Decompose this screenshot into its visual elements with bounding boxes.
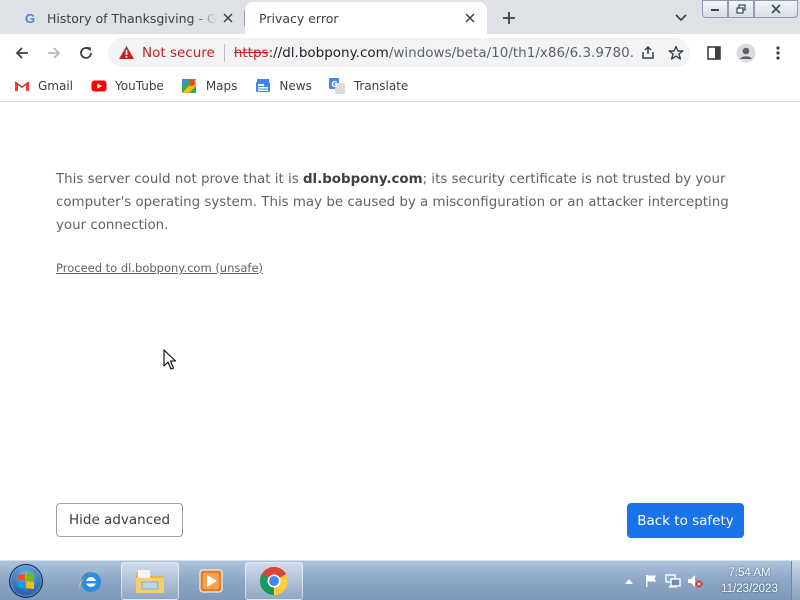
- window-close-button[interactable]: [754, 0, 798, 18]
- bookmark-translate[interactable]: G Translate: [329, 78, 409, 94]
- menu-button[interactable]: [764, 39, 792, 67]
- interstitial-page: This server could not prove that it is d…: [0, 102, 800, 560]
- forward-button[interactable]: [40, 39, 68, 67]
- restore-button[interactable]: [728, 0, 754, 18]
- bookmark-youtube[interactable]: YouTube: [90, 79, 164, 93]
- show-hidden-icons-icon[interactable]: [618, 570, 640, 592]
- side-panel-button[interactable]: [700, 39, 728, 67]
- tab-strip: G History of Thanksgiving - Google Searc…: [0, 0, 800, 34]
- clock[interactable]: 7:54 AM 11/23/2023: [712, 565, 787, 597]
- omnibox-divider: [223, 43, 225, 62]
- bookmark-news[interactable]: News: [254, 79, 312, 93]
- bookmark-star-icon[interactable]: [662, 39, 690, 67]
- show-desktop-button[interactable]: [791, 561, 800, 600]
- address-bar[interactable]: Not secure https://dl.bobpony.com/window…: [108, 38, 690, 67]
- proceed-unsafe-link[interactable]: Proceed to dl.bobpony.com (unsafe): [56, 261, 263, 275]
- file-explorer-icon: [136, 570, 164, 593]
- system-tray: [618, 565, 706, 597]
- bookmark-gmail[interactable]: Gmail: [13, 79, 73, 93]
- google-g-icon: G: [24, 10, 36, 26]
- bookmark-label: News: [279, 79, 312, 93]
- url-path: /windows/beta/10/th1/x86/6.3.9780.0.f...: [388, 44, 634, 61]
- share-icon[interactable]: [634, 39, 662, 67]
- url-scheme: https: [233, 44, 269, 61]
- security-status-label[interactable]: Not secure: [142, 45, 215, 61]
- bookmark-label: YouTube: [115, 79, 164, 93]
- tab-google-search[interactable]: G History of Thanksgiving - Google Searc…: [10, 2, 245, 34]
- window-controls: [702, 0, 798, 18]
- browser-toolbar: Not secure https://dl.bobpony.com/window…: [0, 34, 800, 71]
- maps-icon: [181, 79, 198, 93]
- windows-taskbar: 7:54 AM 11/23/2023: [0, 560, 800, 600]
- bookmark-maps[interactable]: Maps: [181, 79, 238, 93]
- internet-explorer-icon: [78, 570, 103, 592]
- taskbar-file-explorer[interactable]: [121, 562, 179, 600]
- reload-icon: [80, 47, 92, 59]
- hide-advanced-button[interactable]: Hide advanced: [56, 503, 183, 537]
- close-icon[interactable]: [459, 7, 481, 29]
- new-tab-button[interactable]: [497, 6, 521, 30]
- certificate-explanation: This server could not prove that it is d…: [56, 168, 736, 237]
- taskbar-media-player[interactable]: [182, 562, 240, 600]
- tab-title: Privacy error: [259, 10, 339, 26]
- avatar-icon: [736, 43, 756, 63]
- gmail-icon: [13, 79, 30, 93]
- clock-date: 11/23/2023: [721, 583, 778, 595]
- action-center-flag-icon[interactable]: [640, 570, 662, 592]
- plus-icon: [503, 12, 515, 24]
- bookmark-label: Maps: [205, 79, 238, 93]
- media-player-icon: [199, 569, 223, 593]
- network-icon[interactable]: [662, 570, 684, 592]
- mouse-pointer-icon: [163, 349, 177, 374]
- tab-search-button[interactable]: [670, 8, 692, 28]
- reload-button[interactable]: [72, 39, 100, 67]
- close-icon[interactable]: [217, 7, 239, 29]
- kebab-menu-icon: [776, 46, 780, 60]
- bookmark-label: Gmail: [38, 79, 74, 93]
- chevron-down-icon: [675, 14, 687, 22]
- windows-logo-icon: [9, 564, 43, 598]
- url-text[interactable]: https://dl.bobpony.com/windows/beta/10/t…: [234, 45, 634, 61]
- youtube-icon: [90, 79, 107, 93]
- tab-title: History of Thanksgiving - Google Search: [47, 10, 217, 26]
- arrow-right-icon: [48, 47, 61, 59]
- start-button[interactable]: [6, 563, 46, 599]
- bookmarks-bar: Gmail YouTube Maps News G Translate: [0, 71, 800, 102]
- arrow-left-icon: [15, 47, 28, 59]
- news-icon: [254, 79, 271, 93]
- domain-name: dl.bobpony.com: [302, 172, 423, 187]
- clock-time: 7:54 AM: [728, 567, 771, 579]
- profile-button[interactable]: [732, 39, 760, 67]
- translate-icon: G: [329, 78, 346, 94]
- explanation-prefix: This server could not prove that it is: [56, 172, 303, 187]
- tab-privacy-error[interactable]: Privacy error: [245, 2, 487, 34]
- taskbar-chrome[interactable]: [245, 562, 303, 600]
- back-button[interactable]: [8, 39, 36, 67]
- minimize-button[interactable]: [702, 0, 728, 18]
- url-host: ://dl.bobpony.com: [268, 44, 389, 61]
- taskbar-internet-explorer[interactable]: [62, 562, 120, 600]
- bookmark-label: Translate: [353, 79, 409, 93]
- warning-triangle-icon[interactable]: [118, 45, 136, 61]
- back-to-safety-button[interactable]: Back to safety: [627, 503, 744, 538]
- volume-muted-icon[interactable]: [684, 570, 706, 592]
- svg-text:G: G: [332, 80, 339, 89]
- side-panel-icon: [707, 46, 721, 60]
- chrome-icon: [260, 567, 288, 595]
